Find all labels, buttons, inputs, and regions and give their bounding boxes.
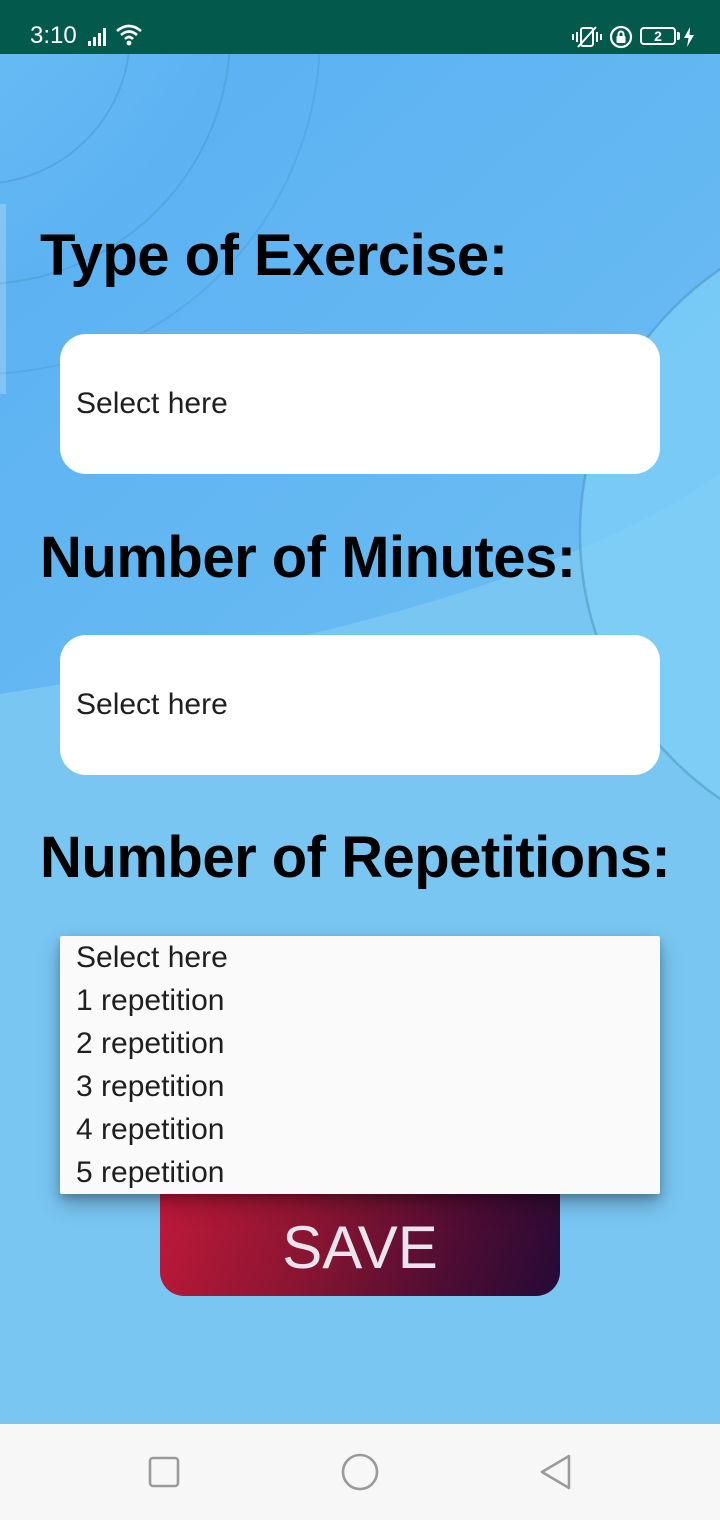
recents-square-icon[interactable] (142, 1450, 186, 1494)
repetitions-option-4[interactable]: 4 repetition (60, 1108, 660, 1151)
battery-icon: 2 (640, 27, 676, 45)
minutes-label: Number of Minutes: (40, 525, 576, 590)
exercise-type-select-value: Select here (76, 387, 228, 420)
repetitions-option-5[interactable]: 5 repetition (60, 1151, 660, 1194)
wifi-icon (116, 24, 142, 46)
vibrate-icon (572, 26, 602, 48)
repetitions-option-3[interactable]: 3 repetition (60, 1065, 660, 1108)
repetitions-option-1[interactable]: 1 repetition (60, 979, 660, 1022)
signal-icon (88, 28, 106, 46)
minutes-select[interactable]: Select here (60, 635, 660, 775)
repetitions-dropdown-list: Select here 1 repetition 2 repetition 3 … (60, 936, 660, 1194)
charging-bolt-icon (684, 27, 694, 47)
repetitions-label: Number of Repetitions: (40, 825, 671, 890)
exercise-type-select[interactable]: Select here (60, 334, 660, 474)
back-triangle-icon[interactable] (534, 1450, 578, 1494)
navigation-bar (0, 1424, 720, 1520)
status-time: 3:10 (30, 22, 77, 49)
status-bar: 3:10 2 (0, 0, 720, 54)
repetitions-option-2[interactable]: 2 repetition (60, 1022, 660, 1065)
lock-icon (609, 25, 633, 49)
exercise-type-label: Type of Exercise: (40, 223, 508, 288)
battery-tip (677, 32, 680, 40)
minutes-select-value: Select here (76, 688, 228, 721)
repetitions-option-select-here[interactable]: Select here (60, 936, 660, 979)
home-circle-icon[interactable] (338, 1450, 382, 1494)
